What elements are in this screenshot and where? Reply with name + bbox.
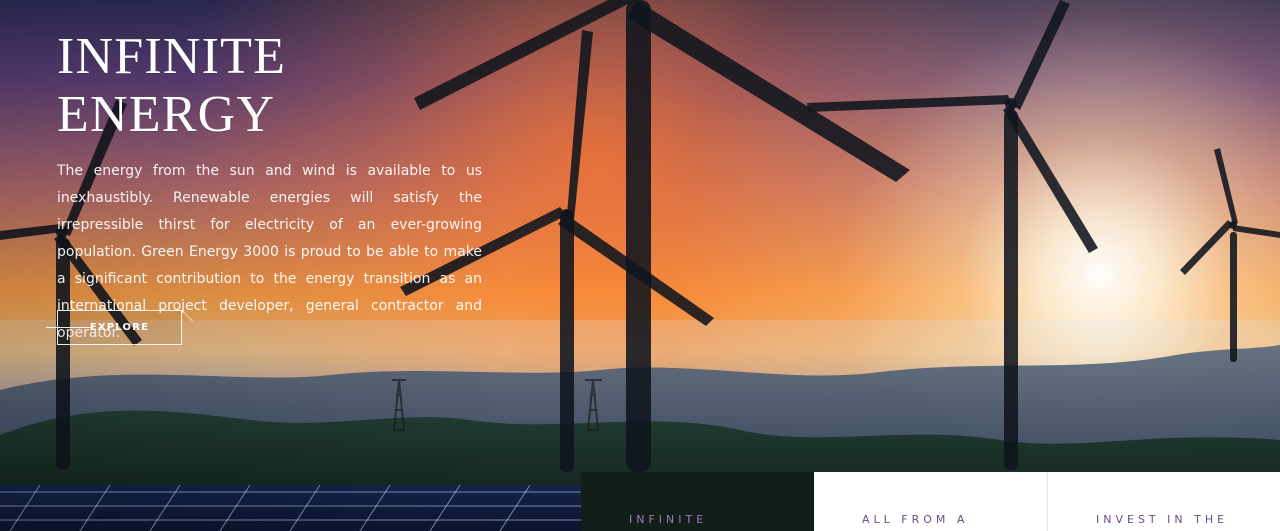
card-all-from-a[interactable]: ALL FROM A	[814, 472, 1047, 531]
explore-button[interactable]: EXPLORE	[46, 310, 193, 345]
card-infinite-label: INFINITE	[629, 513, 708, 526]
bottom-cards: INFINITE ALL FROM A INVEST IN THE	[581, 472, 1280, 531]
hero-title: INFINITE ENERGY	[57, 28, 287, 143]
solar-panels	[0, 484, 600, 531]
card-invest-in-the[interactable]: INVEST IN THE	[1047, 472, 1280, 531]
card-all-from-a-label: ALL FROM A	[862, 513, 969, 526]
card-invest-in-the-label: INVEST IN THE	[1096, 513, 1229, 526]
explore-button-left-line	[46, 327, 92, 328]
card-infinite[interactable]: INFINITE	[581, 472, 814, 531]
hero-content: INFINITE ENERGY The energy from the sun …	[57, 28, 482, 347]
